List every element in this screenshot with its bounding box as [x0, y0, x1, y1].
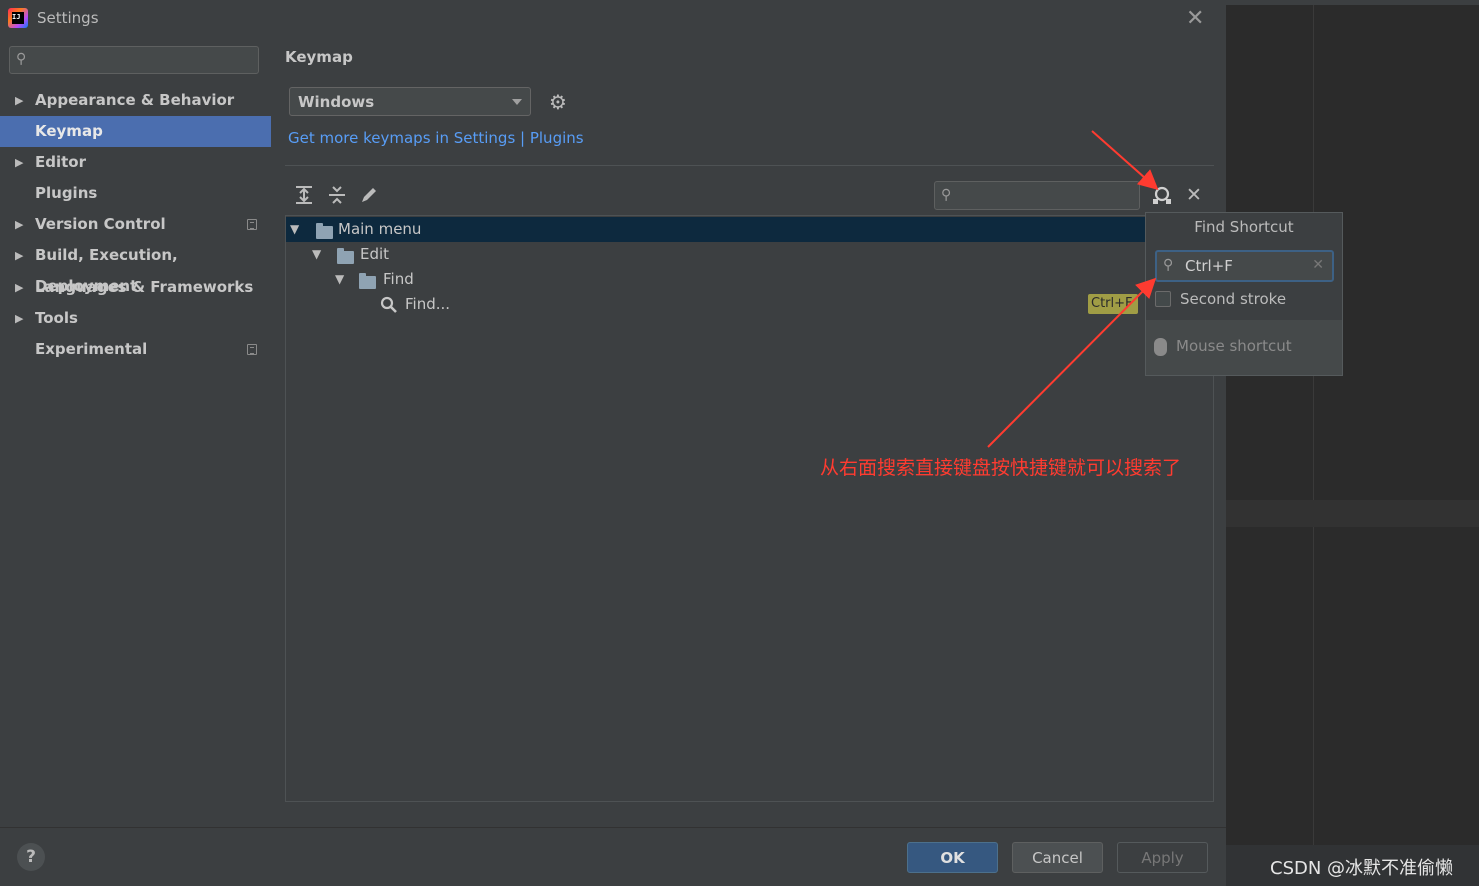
- edit-pencil-icon[interactable]: [358, 184, 380, 206]
- mouse-icon: [1154, 338, 1167, 356]
- collapse-arrow-icon: ▼: [290, 222, 300, 236]
- sidebar-item-tools[interactable]: ▶ Tools: [0, 303, 271, 334]
- chevron-down-icon: [512, 99, 522, 105]
- expand-arrow-icon: ▶: [15, 281, 24, 294]
- tree-row-edit[interactable]: ▼ Edit: [286, 242, 1146, 267]
- close-icon[interactable]: ✕: [1186, 6, 1204, 31]
- sidebar-item-appearance-behavior[interactable]: ▶ Appearance & Behavior: [0, 85, 271, 116]
- expand-arrow-icon: ▶: [15, 218, 24, 231]
- sidebar-item-label: Appearance & Behavior: [35, 91, 235, 109]
- sidebar-item-label: Languages & Frameworks: [35, 278, 254, 296]
- expand-all-icon[interactable]: [293, 184, 315, 206]
- action-search-input[interactable]: ⚲: [934, 181, 1140, 210]
- tree-row-label: Edit: [360, 245, 390, 263]
- ok-button[interactable]: OK: [907, 842, 998, 873]
- search-icon: ⚲: [941, 187, 952, 203]
- sidebar-item-editor[interactable]: ▶ Editor: [0, 147, 271, 178]
- search-icon: [380, 296, 397, 313]
- get-more-keymaps-link[interactable]: Get more keymaps in Settings | Plugins: [288, 129, 584, 147]
- keymap-select[interactable]: Windows: [289, 87, 531, 116]
- collapse-arrow-icon: ▼: [335, 272, 345, 286]
- second-stroke-label: Second stroke: [1180, 290, 1287, 308]
- tree-row-find-group[interactable]: ▼ Find: [286, 267, 1146, 292]
- sidebar-item-version-control[interactable]: ▶ Version Control: [0, 209, 271, 240]
- expand-arrow-icon: ▶: [15, 312, 24, 325]
- sidebar-item-label: Keymap: [35, 122, 103, 140]
- collapse-all-icon[interactable]: [326, 184, 348, 206]
- sidebar-item-languages-frameworks[interactable]: ▶ Languages & Frameworks: [0, 272, 271, 303]
- search-icon: ⚲: [1163, 257, 1174, 273]
- expand-arrow-icon: ▶: [15, 249, 24, 262]
- tree-row-label: Find...: [405, 295, 451, 313]
- tree-row-label: Find: [383, 270, 414, 288]
- expand-arrow-icon: ▶: [15, 94, 24, 107]
- sidebar-item-label: Plugins: [35, 184, 98, 202]
- tree-row-find-action[interactable]: Find...: [286, 292, 1146, 317]
- folder-icon: [337, 248, 354, 264]
- editor-right-margin-guide: [1313, 5, 1314, 845]
- keymap-select-value: Windows: [298, 93, 375, 111]
- second-stroke-checkbox[interactable]: [1155, 291, 1171, 307]
- gear-icon[interactable]: ⚙: [549, 90, 567, 114]
- tree-row-label: Main menu: [338, 220, 422, 238]
- settings-search-input[interactable]: ⚲: [9, 46, 259, 74]
- collapse-arrow-icon: ▼: [312, 247, 322, 261]
- editor-background: [1226, 0, 1479, 886]
- sidebar-item-label: Version Control: [35, 215, 166, 233]
- tree-row-main-menu[interactable]: ▼ Main menu: [286, 217, 1146, 242]
- menu-folder-icon: [316, 223, 333, 239]
- window-title: Settings: [37, 9, 99, 27]
- mouse-shortcut-label: Mouse shortcut: [1176, 337, 1292, 355]
- shortcut-input[interactable]: ⚲ Ctrl+F ✕: [1155, 250, 1334, 282]
- shortcut-input-value: Ctrl+F: [1185, 257, 1233, 275]
- sidebar-item-keymap[interactable]: Keymap: [0, 116, 271, 147]
- sidebar-item-experimental[interactable]: Experimental: [0, 334, 271, 365]
- project-settings-icon: [247, 344, 257, 355]
- editor-current-line-highlight: [1226, 500, 1479, 527]
- help-button[interactable]: ?: [17, 843, 45, 871]
- project-settings-icon: [247, 219, 257, 230]
- clear-icon[interactable]: ✕: [1312, 257, 1324, 273]
- expand-arrow-icon: ▶: [15, 156, 24, 169]
- popup-title: Find Shortcut: [1194, 218, 1294, 236]
- sidebar-item-label: Experimental: [35, 340, 148, 358]
- apply-button[interactable]: Apply: [1117, 842, 1208, 873]
- watermark: CSDN @冰默不准偷懒: [1270, 858, 1454, 879]
- sidebar-item-build-execution-deployment[interactable]: ▶ Build, Execution, Deployment: [0, 240, 271, 295]
- sidebar-item-plugins[interactable]: Plugins: [0, 178, 271, 209]
- title-bar: [0, 0, 1226, 37]
- sidebar-item-label: Tools: [35, 309, 78, 327]
- search-icon: ⚲: [16, 51, 27, 67]
- folder-icon: [359, 273, 376, 289]
- annotation-text: 从右面搜索直接键盘按快捷键就可以搜索了: [820, 457, 1182, 479]
- clear-filter-icon[interactable]: ✕: [1186, 184, 1202, 206]
- find-by-shortcut-icon[interactable]: [1150, 184, 1174, 208]
- sidebar-item-label: Editor: [35, 153, 86, 171]
- shortcut-badge: Ctrl+F: [1088, 294, 1138, 314]
- intellij-logo-icon: IJ: [8, 8, 28, 28]
- editor-top-bar: [1226, 0, 1479, 5]
- cancel-button[interactable]: Cancel: [1012, 842, 1103, 873]
- divider: [285, 165, 1214, 166]
- page-title: Keymap: [285, 48, 353, 66]
